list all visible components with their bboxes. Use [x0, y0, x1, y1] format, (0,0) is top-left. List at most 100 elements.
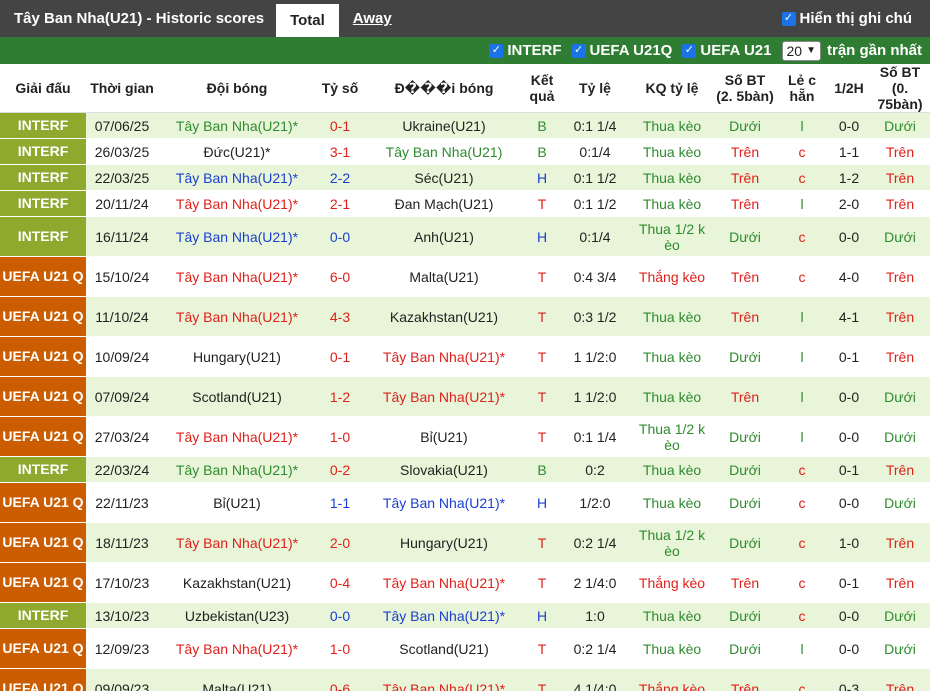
away-team-cell[interactable]: Anh(U21) — [364, 216, 524, 257]
score-cell: 1-1 — [316, 482, 364, 523]
filter-interf[interactable]: ✓ INTERF — [489, 42, 562, 59]
home-team-cell[interactable]: Tây Ban Nha(U21)* — [158, 256, 316, 297]
home-team-cell[interactable]: Malta(U21) — [158, 668, 316, 691]
away-team-cell[interactable]: Tây Ban Nha(U21)* — [364, 482, 524, 523]
table-row[interactable]: INTERF 22/03/24 Tây Ban Nha(U21)* 0-2 Slovak… — [0, 456, 930, 483]
away-team-cell[interactable]: Tây Ban Nha(U21)* — [364, 602, 524, 629]
home-team-cell[interactable]: Tây Ban Nha(U21)* — [158, 216, 316, 257]
checkbox-checked-icon[interactable]: ✓ — [571, 43, 586, 58]
goals-25-cell: Dưới — [714, 602, 776, 629]
goals-075-cell: Trên — [870, 456, 930, 483]
home-team-cell[interactable]: Tây Ban Nha(U21)* — [158, 190, 316, 217]
home-team-cell[interactable]: Scotland(U21) — [158, 376, 316, 417]
away-team-cell[interactable]: Tây Ban Nha(U21)* — [364, 562, 524, 603]
away-team-cell[interactable]: Tây Ban Nha(U21)* — [364, 336, 524, 377]
odds-cell: 0:1 1/4 — [560, 112, 630, 139]
home-team-cell[interactable]: Tây Ban Nha(U21)* — [158, 416, 316, 457]
odds-result-cell: Thua kèo — [630, 112, 714, 139]
away-team-cell[interactable]: Tây Ban Nha(U21)* — [364, 376, 524, 417]
league-cell: UEFA U21 Q — [0, 562, 86, 603]
table-row[interactable]: UEFA U21 Q 17/10/23 Kazakhstan(U21) 0-4 Tây … — [0, 562, 930, 603]
league-cell: UEFA U21 Q — [0, 256, 86, 297]
home-team-cell[interactable]: Kazakhstan(U21) — [158, 562, 316, 603]
table-row[interactable]: UEFA U21 Q 11/10/24 Tây Ban Nha(U21)* 4-3 Ka… — [0, 296, 930, 337]
home-team-cell[interactable]: Tây Ban Nha(U21)* — [158, 522, 316, 563]
tab-total[interactable]: Total — [276, 4, 339, 37]
odds-cell: 0:1 1/4 — [560, 416, 630, 457]
home-team-cell[interactable]: Hungary(U21) — [158, 336, 316, 377]
home-team-cell[interactable]: Tây Ban Nha(U21)* — [158, 456, 316, 483]
away-team-cell[interactable]: Hungary(U21) — [364, 522, 524, 563]
half-time-cell: 0-1 — [828, 336, 870, 377]
checkbox-checked-icon[interactable]: ✓ — [489, 43, 504, 58]
table-row[interactable]: UEFA U21 Q 10/09/24 Hungary(U21) 0-1 Tây Ban… — [0, 336, 930, 377]
odds-cell: 0:4 3/4 — [560, 256, 630, 297]
away-team-cell[interactable]: Malta(U21) — [364, 256, 524, 297]
goals-075-cell: Dưới — [870, 628, 930, 669]
odds-cell: 1/2:0 — [560, 482, 630, 523]
table-row[interactable]: UEFA U21 Q 18/11/23 Tây Ban Nha(U21)* 2-0 Hu… — [0, 522, 930, 563]
odds-cell: 1:0 — [560, 602, 630, 629]
page-title: Tây Ban Nha(U21) - Historic scores — [14, 10, 265, 27]
home-team-cell[interactable]: Bỉ(U21) — [158, 482, 316, 523]
goals-075-cell: Trên — [870, 256, 930, 297]
date-cell: 09/09/23 — [86, 668, 158, 691]
chevron-down-icon: ▼ — [806, 45, 816, 56]
show-notes-toggle[interactable]: ✓ Hiển thị ghi chú — [781, 10, 912, 27]
home-team-cell[interactable]: Tây Ban Nha(U21)* — [158, 628, 316, 669]
historic-scores-table: Giải đấu Thời gian Đội bóng Tỷ số Đ���i bóng… — [0, 64, 930, 691]
result-cell: T — [524, 416, 560, 457]
odds-cell: 0:1 1/2 — [560, 190, 630, 217]
home-team-cell[interactable]: Đức(U21)* — [158, 138, 316, 165]
checkbox-checked-icon[interactable]: ✓ — [781, 11, 796, 26]
table-row[interactable]: UEFA U21 Q 27/03/24 Tây Ban Nha(U21)* 1-0 Bỉ… — [0, 416, 930, 457]
goals-25-cell: Trên — [714, 376, 776, 417]
goals-25-cell: Trên — [714, 668, 776, 691]
table-row[interactable]: UEFA U21 Q 12/09/23 Tây Ban Nha(U21)* 1-0 Sc… — [0, 628, 930, 669]
table-row[interactable]: INTERF 07/06/25 Tây Ban Nha(U21)* 0-1 Ukrain… — [0, 112, 930, 139]
score-cell: 1-0 — [316, 416, 364, 457]
date-cell: 15/10/24 — [86, 256, 158, 297]
away-team-cell[interactable]: Tây Ban Nha(U21)* — [364, 668, 524, 691]
away-team-cell[interactable]: Scotland(U21) — [364, 628, 524, 669]
table-row[interactable]: INTERF 13/10/23 Uzbekistan(U23) 0-0 Tây Ban … — [0, 602, 930, 629]
away-team-cell[interactable]: Bỉ(U21) — [364, 416, 524, 457]
table-row[interactable]: INTERF 26/03/25 Đức(U21)* 3-1 Tây Ban Nha(U2… — [0, 138, 930, 165]
odds-cell: 0:2 1/4 — [560, 522, 630, 563]
score-cell: 2-1 — [316, 190, 364, 217]
away-team-cell[interactable]: Ukraine(U21) — [364, 112, 524, 139]
half-time-cell: 1-2 — [828, 164, 870, 191]
filter-uefa-u21[interactable]: ✓ UEFA U21 — [682, 42, 772, 59]
tab-away[interactable]: Away — [339, 0, 406, 37]
away-team-cell[interactable]: Séc(U21) — [364, 164, 524, 191]
away-team-cell[interactable]: Slovakia(U21) — [364, 456, 524, 483]
table-row[interactable]: UEFA U21 Q 09/09/23 Malta(U21) 0-6 Tây Ban N… — [0, 668, 930, 691]
result-cell: B — [524, 112, 560, 139]
home-team-cell[interactable]: Tây Ban Nha(U21)* — [158, 296, 316, 337]
home-team-cell[interactable]: Uzbekistan(U23) — [158, 602, 316, 629]
date-cell: 22/03/25 — [86, 164, 158, 191]
half-time-cell: 1-1 — [828, 138, 870, 165]
odd-even-cell: l — [776, 336, 828, 377]
table-row[interactable]: INTERF 22/03/25 Tây Ban Nha(U21)* 2-2 Séc(U2… — [0, 164, 930, 191]
away-team-cell[interactable]: Tây Ban Nha(U21) — [364, 138, 524, 165]
result-cell: H — [524, 216, 560, 257]
table-row[interactable]: UEFA U21 Q 22/11/23 Bỉ(U21) 1-1 Tây Ban Nha(… — [0, 482, 930, 523]
home-team-cell[interactable]: Tây Ban Nha(U21)* — [158, 164, 316, 191]
match-count-select[interactable]: 20 ▼ — [781, 40, 821, 61]
table-row[interactable]: INTERF 16/11/24 Tây Ban Nha(U21)* 0-0 Anh(U2… — [0, 216, 930, 257]
filter-uefa-u21q[interactable]: ✓ UEFA U21Q — [571, 42, 672, 59]
odds-result-cell: Thua kèo — [630, 336, 714, 377]
odd-even-cell: l — [776, 376, 828, 417]
table-row[interactable]: UEFA U21 Q 07/09/24 Scotland(U21) 1-2 Tây Ba… — [0, 376, 930, 417]
goals-25-cell: Dưới — [714, 456, 776, 483]
table-row[interactable]: INTERF 20/11/24 Tây Ban Nha(U21)* 2-1 Đan Mạ… — [0, 190, 930, 217]
home-team-cell[interactable]: Tây Ban Nha(U21)* — [158, 112, 316, 139]
table-row[interactable]: UEFA U21 Q 15/10/24 Tây Ban Nha(U21)* 6-0 Ma… — [0, 256, 930, 297]
score-cell: 0-6 — [316, 668, 364, 691]
filter-label: UEFA U21 — [700, 42, 772, 59]
away-team-cell[interactable]: Kazakhstan(U21) — [364, 296, 524, 337]
result-cell: H — [524, 482, 560, 523]
checkbox-checked-icon[interactable]: ✓ — [682, 43, 697, 58]
away-team-cell[interactable]: Đan Mạch(U21) — [364, 190, 524, 217]
